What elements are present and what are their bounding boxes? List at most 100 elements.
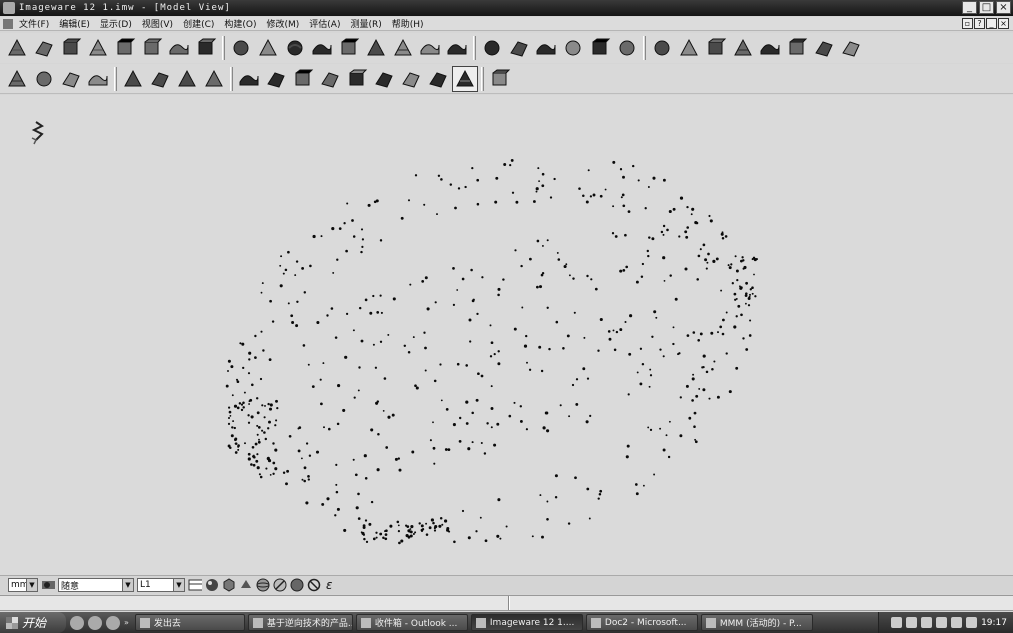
doc-restore-icon[interactable]: ▫ bbox=[962, 18, 973, 29]
split-icon[interactable] bbox=[587, 35, 613, 61]
wheel-tool-icon[interactable] bbox=[452, 65, 478, 92]
curvature-icon[interactable] bbox=[838, 35, 864, 61]
model-viewport[interactable] bbox=[0, 95, 1013, 575]
display-sphere-icon[interactable] bbox=[290, 578, 304, 592]
spline-icon[interactable] bbox=[147, 66, 173, 92]
offset-layer-icon[interactable] bbox=[58, 66, 84, 92]
epsilon-label[interactable]: ε bbox=[326, 578, 333, 592]
sweep-tool-icon[interactable] bbox=[58, 35, 84, 61]
menu-help[interactable]: 帮助(H) bbox=[387, 17, 429, 30]
units-select[interactable]: mm ▼ bbox=[8, 578, 38, 592]
menu-create[interactable]: 创建(C) bbox=[178, 17, 219, 30]
delete-tool-icon[interactable] bbox=[425, 66, 451, 92]
curve-edit-icon[interactable] bbox=[290, 66, 316, 92]
revolve-tool-icon[interactable] bbox=[193, 35, 219, 61]
tray-network-icon[interactable] bbox=[891, 617, 903, 628]
cone-tool-icon[interactable] bbox=[444, 35, 470, 61]
arc-curve-icon[interactable] bbox=[201, 66, 227, 92]
render-cube-icon[interactable] bbox=[222, 578, 236, 592]
menu-edit[interactable]: 编辑(E) bbox=[54, 17, 95, 30]
trim-tool-icon[interactable] bbox=[390, 35, 416, 61]
taskbar-item[interactable]: 基于逆向技术的产品... bbox=[247, 614, 353, 631]
taskbar-item[interactable]: Imageware 12 1.... bbox=[470, 614, 583, 631]
boundary-tool-icon[interactable] bbox=[85, 35, 111, 61]
taskbar-item[interactable]: Doc2 - Microsoft... bbox=[585, 614, 698, 631]
close-button[interactable]: × bbox=[996, 1, 1011, 14]
minimize-button[interactable]: _ bbox=[962, 1, 977, 14]
network-icon[interactable] bbox=[533, 35, 559, 61]
freeform-curve-icon[interactable] bbox=[371, 66, 397, 92]
deform-tool-icon[interactable] bbox=[730, 35, 756, 61]
cube-tool-icon[interactable] bbox=[112, 35, 138, 61]
command-line[interactable] bbox=[0, 595, 1013, 611]
menu-measure[interactable]: 测量(R) bbox=[345, 17, 386, 30]
menu-modify[interactable]: 修改(M) bbox=[261, 17, 304, 30]
stack-tool-icon[interactable] bbox=[363, 35, 389, 61]
section-icon[interactable] bbox=[506, 35, 532, 61]
maximize-button[interactable]: □ bbox=[979, 1, 994, 14]
plane-tool-icon[interactable] bbox=[228, 35, 254, 61]
lightning-icon[interactable] bbox=[263, 66, 289, 92]
quicklaunch-media-icon[interactable] bbox=[88, 615, 102, 630]
checker-icon[interactable] bbox=[811, 35, 837, 61]
point-cloud-canvas[interactable] bbox=[0, 95, 1013, 575]
layer-mode-select[interactable]: 随意 ▼ bbox=[58, 578, 134, 592]
offset-surface-icon[interactable] bbox=[255, 35, 281, 61]
tray-volume-icon[interactable] bbox=[951, 617, 963, 628]
taskbar-item[interactable]: 发出去 bbox=[134, 614, 245, 631]
quicklaunch-ie-icon[interactable] bbox=[70, 615, 84, 630]
gear-surface-icon[interactable] bbox=[676, 35, 702, 61]
point bbox=[465, 364, 468, 367]
point-edit-icon[interactable] bbox=[398, 66, 424, 92]
no-display-icon[interactable] bbox=[307, 578, 321, 592]
snap-icon[interactable] bbox=[344, 66, 370, 92]
flange-tool-icon[interactable] bbox=[336, 35, 362, 61]
sheet-tool-icon[interactable] bbox=[757, 35, 783, 61]
menu-file[interactable]: 文件(F) bbox=[14, 17, 54, 30]
wire-sphere-icon[interactable] bbox=[256, 578, 270, 592]
start-button[interactable]: 开始 bbox=[0, 612, 66, 633]
loft-tool-icon[interactable] bbox=[166, 35, 192, 61]
taskbar-item[interactable]: 收件箱 - Outlook ... bbox=[355, 614, 468, 631]
surface-tool-icon[interactable] bbox=[4, 35, 30, 61]
grid-icon[interactable] bbox=[236, 66, 262, 92]
taskbar-item[interactable]: MMM (活动的) - P... bbox=[700, 614, 813, 631]
blend-tool-icon[interactable] bbox=[139, 35, 165, 61]
extrude-tool-icon[interactable] bbox=[4, 66, 30, 92]
align-tool-icon[interactable] bbox=[784, 35, 810, 61]
color-sphere-icon[interactable] bbox=[205, 578, 219, 592]
shade-tool-icon[interactable] bbox=[239, 578, 253, 592]
wave-surface-icon[interactable] bbox=[649, 35, 675, 61]
blob-icon[interactable] bbox=[174, 66, 200, 92]
filter-icon[interactable] bbox=[273, 578, 287, 592]
layer-tool-icon[interactable] bbox=[31, 66, 57, 92]
menu-display[interactable]: 显示(D) bbox=[95, 17, 137, 30]
cloud-icon[interactable] bbox=[120, 66, 146, 92]
quicklaunch-outlook-icon[interactable] bbox=[106, 615, 120, 630]
quicklaunch-more[interactable]: » bbox=[124, 618, 129, 627]
document-icon[interactable] bbox=[3, 18, 13, 29]
doc-minimize-icon[interactable]: _ bbox=[986, 18, 997, 29]
menu-view[interactable]: 视图(V) bbox=[137, 17, 178, 30]
menu-construct[interactable]: 构建(O) bbox=[219, 17, 261, 30]
doc-close-icon[interactable]: × bbox=[998, 18, 1009, 29]
mesh-tool-icon[interactable] bbox=[31, 35, 57, 61]
extend-surface-icon[interactable] bbox=[282, 35, 308, 61]
layer-table-icon[interactable] bbox=[188, 578, 202, 592]
triangle-icon[interactable] bbox=[614, 35, 640, 61]
polyline-icon[interactable] bbox=[317, 66, 343, 92]
tray-help-icon[interactable] bbox=[936, 617, 948, 628]
cut-tool-icon[interactable] bbox=[85, 66, 111, 92]
tray-app-icon[interactable] bbox=[966, 617, 978, 628]
fillet-surface-icon[interactable] bbox=[309, 35, 335, 61]
cylinder-tool-icon[interactable] bbox=[417, 35, 443, 61]
solid-icon[interactable] bbox=[560, 35, 586, 61]
shell-tool-icon[interactable] bbox=[703, 35, 729, 61]
tray-ime-icon[interactable] bbox=[906, 617, 918, 628]
bounding-box-icon[interactable] bbox=[479, 35, 505, 61]
palette-icon[interactable] bbox=[487, 66, 513, 92]
tray-security-icon[interactable] bbox=[921, 617, 933, 628]
layer-select[interactable]: L1 ▼ bbox=[137, 578, 185, 592]
doc-help-icon[interactable]: ? bbox=[974, 18, 985, 29]
menu-evaluate[interactable]: 评估(A) bbox=[304, 17, 345, 30]
